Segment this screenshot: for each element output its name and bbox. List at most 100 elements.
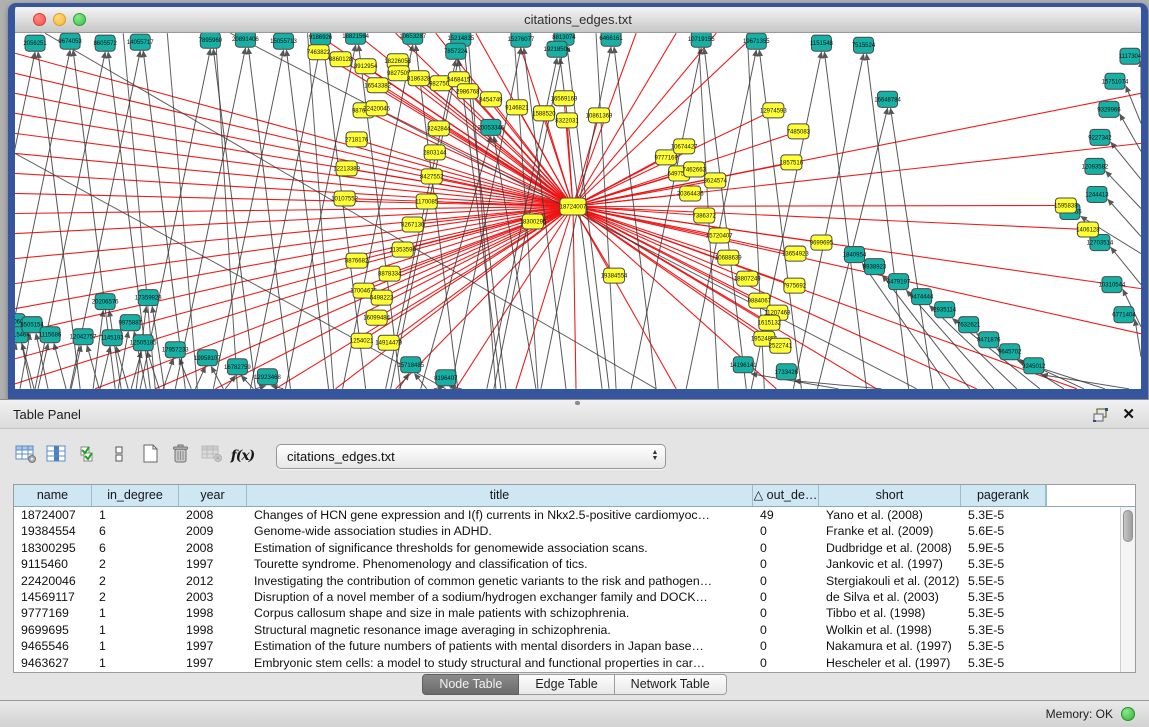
network-node[interactable]: 18724007	[560, 198, 587, 215]
delete-table-button[interactable]	[198, 443, 225, 469]
cell-pagerank[interactable]: 5.3E-5	[961, 556, 1046, 572]
network-node[interactable]: 17957233	[162, 342, 189, 358]
network-node[interactable]: 19218506	[544, 41, 571, 57]
cell-title[interactable]: Investigating the contribution of common…	[247, 573, 753, 589]
splitter-handle[interactable]	[575, 401, 580, 405]
cell-out_de[interactable]: 0	[753, 638, 819, 654]
network-node[interactable]: 16782759	[224, 359, 251, 375]
network-node[interactable]: 1615132	[758, 315, 782, 330]
network-node[interactable]: 1733426	[775, 364, 799, 380]
cell-in_degree[interactable]: 1	[92, 622, 179, 638]
table-row[interactable]: 1872400712008Changes of HCN gene express…	[14, 507, 1135, 523]
cell-in_degree[interactable]: 2	[92, 589, 179, 605]
network-node[interactable]: 9329966	[1097, 101, 1121, 117]
cell-name[interactable]: 9115460	[14, 556, 92, 572]
network-node[interactable]: 3242844	[427, 121, 451, 136]
network-node[interactable]: 10719155	[688, 33, 715, 47]
cell-year[interactable]: 2008	[179, 507, 247, 523]
cell-out_de[interactable]: 0	[753, 523, 819, 539]
column-header-out_de[interactable]: △ out_de…	[753, 485, 819, 506]
network-node[interactable]: 16648784	[874, 91, 901, 107]
network-node[interactable]: 2718176	[345, 132, 369, 147]
cell-in_degree[interactable]: 6	[92, 540, 179, 556]
network-node[interactable]: 10107552	[331, 191, 358, 206]
network-node[interactable]: 12093582	[1082, 158, 1109, 174]
network-node[interactable]: 6466161	[599, 33, 623, 46]
network-node[interactable]: 14914479	[375, 335, 402, 350]
network-node[interactable]: 7857224	[444, 43, 468, 59]
cell-name[interactable]: 18724007	[14, 507, 92, 523]
network-node[interactable]: 13654923	[782, 246, 809, 261]
table-selector-dropdown[interactable]: citations_edges.txt▲▼	[276, 444, 666, 469]
network-node[interactable]: 8876682	[345, 253, 369, 268]
network-node[interactable]: 7632621	[957, 317, 981, 333]
network-node[interactable]: 9699695	[810, 235, 834, 250]
table-row[interactable]: 946554611997Estimation of the future num…	[14, 638, 1135, 654]
tab-network-table[interactable]: Network Table	[615, 674, 727, 695]
network-node[interactable]: 12923468	[254, 369, 281, 385]
network-node[interactable]: 9645702	[998, 344, 1022, 360]
network-node[interactable]: 15718485	[397, 357, 424, 373]
network-node[interactable]: 7463822	[307, 45, 331, 60]
network-node[interactable]: 6479197	[887, 274, 911, 290]
network-node[interactable]: 1254021	[350, 333, 374, 348]
cell-short[interactable]: Wolkin et al. (1998)	[819, 622, 961, 638]
close-window-icon[interactable]	[33, 13, 46, 26]
cell-pagerank[interactable]: 5.9E-5	[961, 540, 1046, 556]
network-node[interactable]: 18300295	[520, 214, 547, 229]
network-node[interactable]: 9146821	[505, 100, 529, 115]
cell-name[interactable]: 19384554	[14, 523, 92, 539]
cell-pagerank[interactable]: 5.3E-5	[961, 638, 1046, 654]
cell-title[interactable]: Structural magnetic resonance image aver…	[247, 622, 753, 638]
function-builder-button[interactable]: f(x)	[229, 443, 256, 469]
delete-columns-button[interactable]	[167, 443, 194, 469]
cell-title[interactable]: Corpus callosum shape and size in male p…	[247, 605, 753, 621]
network-node[interactable]: 7515524	[852, 37, 876, 53]
network-node[interactable]: 7485083	[787, 124, 811, 139]
network-node[interactable]: 10674427	[671, 139, 698, 154]
cell-year[interactable]: 1998	[179, 605, 247, 621]
float-panel-icon[interactable]	[1093, 408, 1109, 422]
network-node[interactable]: 12974593	[760, 103, 787, 118]
network-node[interactable]: 2522741	[769, 338, 793, 353]
column-header-year[interactable]: year	[179, 485, 247, 506]
network-node[interactable]: 18807249	[734, 271, 761, 286]
network-node[interactable]: 1857516	[780, 155, 804, 170]
network-node[interactable]: 7462663	[683, 162, 707, 177]
network-node[interactable]: 10861369	[586, 108, 613, 123]
tab-node-table[interactable]: Node Table	[422, 674, 519, 695]
network-node[interactable]: 1117304	[1119, 48, 1141, 64]
cell-title[interactable]: Changes of HCN gene expression and I(f) …	[247, 507, 753, 523]
network-node[interactable]: 8186328	[407, 71, 431, 86]
cell-in_degree[interactable]: 2	[92, 556, 179, 572]
column-header-title[interactable]: title	[247, 485, 753, 506]
network-node[interactable]: 20053346	[477, 119, 504, 135]
network-node[interactable]: 12505185	[130, 335, 157, 351]
table-row[interactable]: 946362711997Embryonic stem cells: a mode…	[14, 655, 1135, 671]
network-node[interactable]: 20206576	[92, 294, 119, 310]
network-node[interactable]: 2803144	[423, 145, 447, 160]
cell-pagerank[interactable]: 5.6E-5	[961, 523, 1046, 539]
window-titlebar[interactable]: citations_edges.txt	[15, 7, 1141, 33]
cell-title[interactable]: Genome-wide association studies in ADHD.	[247, 523, 753, 539]
network-node[interactable]: 8267130	[401, 217, 425, 232]
cell-year[interactable]: 2009	[179, 523, 247, 539]
column-header-pagerank[interactable]: pagerank	[961, 485, 1046, 506]
close-panel-icon[interactable]: ✕	[1122, 405, 1135, 423]
cell-year[interactable]: 2008	[179, 540, 247, 556]
network-node[interactable]: 2056251	[23, 35, 47, 51]
column-header-in_degree[interactable]: in_degree	[92, 485, 179, 506]
table-row[interactable]: 911546021997Tourette syndrome. Phenomeno…	[14, 556, 1135, 572]
network-node[interactable]: 20891406	[232, 33, 259, 47]
network-node[interactable]: 1406128	[1076, 222, 1100, 237]
network-node[interactable]: 19384554	[601, 268, 628, 283]
network-node[interactable]: 18821564	[342, 33, 369, 44]
cell-title[interactable]: Estimation of significance thresholds fo…	[247, 540, 753, 556]
network-node[interactable]: 3624574	[704, 173, 728, 188]
new-column-button[interactable]	[136, 443, 163, 469]
network-node[interactable]: 8878334	[378, 266, 402, 281]
cell-pagerank[interactable]: 5.3E-5	[961, 655, 1046, 671]
cell-in_degree[interactable]: 2	[92, 573, 179, 589]
cell-short[interactable]: Hescheler et al. (1997)	[819, 655, 961, 671]
network-node[interactable]: 8427552	[420, 169, 444, 184]
